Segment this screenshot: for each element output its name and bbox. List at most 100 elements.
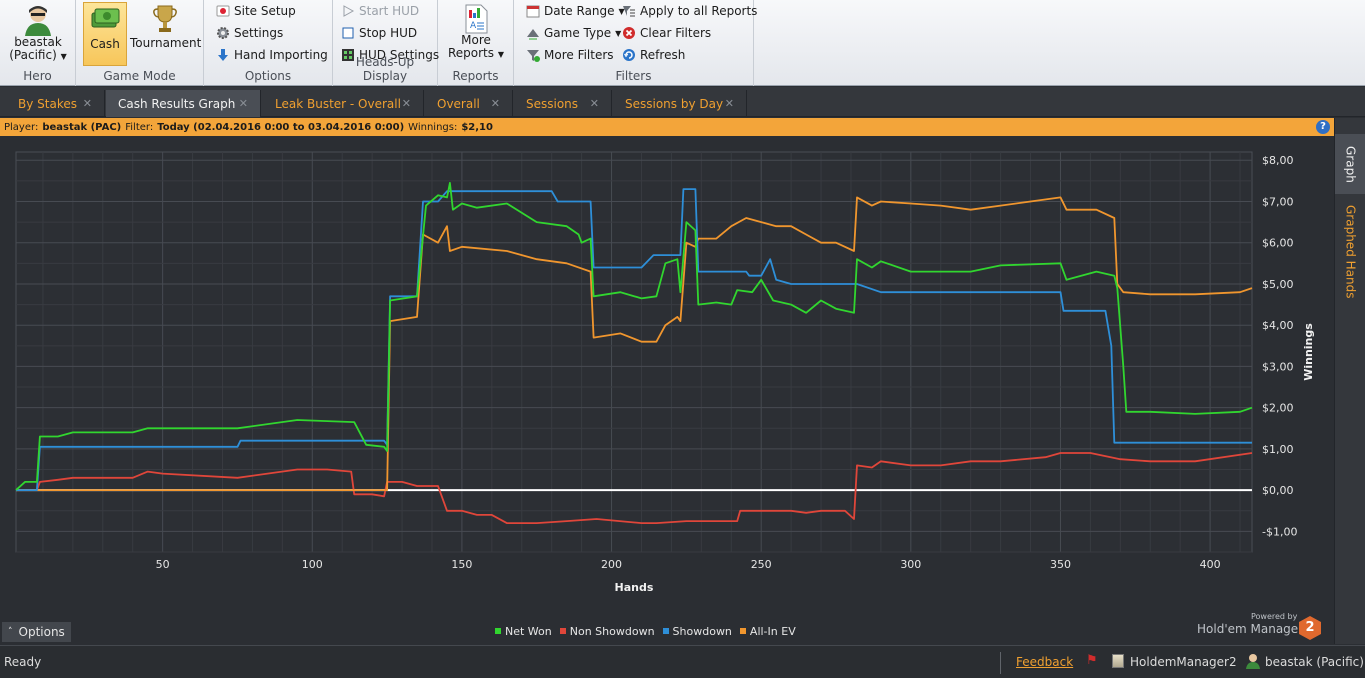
y-tick-label: $1,00 [1262, 443, 1294, 456]
hero-user-line2-text: (Pacific) [9, 48, 57, 62]
start-hud-button[interactable]: Start HUD [341, 1, 419, 21]
legend-label: Showdown [672, 624, 732, 638]
help-button[interactable]: ? [1316, 120, 1330, 134]
close-icon[interactable]: ✕ [402, 97, 411, 110]
side-tab-graph-label: Graph [1343, 145, 1358, 183]
powered-by-text: Powered by [1251, 612, 1298, 621]
filter-value: Today (02.04.2016 0:00 to 03.04.2016 0:0… [157, 121, 405, 133]
options-toggle-label: Options [18, 625, 65, 639]
more-reports-button[interactable]: A More Reports ▼ [446, 2, 506, 64]
ribbon-toolbar: beastak (Pacific) ▼ Hero Cash Tournament [0, 0, 1365, 86]
status-text: Ready [4, 655, 42, 669]
winnings-chart: $8,00 $7,00 $6,00 $5,00 $4,00 $3,00 $2,00 $1,00… [15, 151, 1315, 594]
gear-icon [217, 27, 229, 39]
tab-sessions[interactable]: Sessions ✕ [514, 90, 612, 117]
y-tick-label: $2,00 [1262, 402, 1294, 415]
status-divider [1000, 652, 1001, 674]
tab-label: Overall [437, 96, 480, 111]
hero-user-line2: (Pacific) ▼ [4, 49, 72, 63]
report-tab-bar: By Stakes ✕ Cash Results Graph ✕ Leak Bust… [0, 87, 1365, 117]
tournament-mode-button[interactable]: Tournament [130, 2, 201, 66]
y-tick-labels: $8,00 $7,00 $6,00 $5,00 $4,00 $3,00 $2,00 $1,00… [1262, 154, 1297, 538]
refresh-button[interactable]: Refresh [622, 45, 685, 65]
close-icon[interactable]: ✕ [239, 97, 248, 110]
more-filters-button[interactable]: More Filters [526, 45, 614, 65]
x-tick-label: 150 [451, 558, 472, 571]
y-tick-label: $4,00 [1262, 319, 1294, 332]
feedback-link[interactable]: Feedback [1016, 655, 1073, 669]
legend-label: Net Won [505, 624, 552, 638]
hero-button[interactable]: beastak (Pacific) ▼ [4, 2, 72, 64]
reports-group-label: Reports [452, 69, 499, 83]
legend-swatch [495, 628, 501, 634]
game-mode-group-label: Game Mode [103, 69, 176, 83]
clear-filters-button[interactable]: Clear Filters [622, 23, 711, 43]
legend-label: Non Showdown [569, 624, 655, 638]
svg-text:A: A [470, 21, 477, 31]
refresh-label: Refresh [640, 48, 686, 62]
dropdown-arrow-icon: ▼ [615, 28, 622, 38]
options-toggle-button[interactable]: ˄ Options [2, 622, 71, 642]
legend-item-non-showdown[interactable]: Non Showdown [559, 624, 655, 638]
x-tick-label: 200 [601, 558, 622, 571]
close-icon[interactable]: ✕ [590, 97, 599, 110]
legend-item-showdown[interactable]: Showdown [662, 624, 732, 638]
settings-button[interactable]: Settings [216, 23, 283, 43]
tab-cash-results-graph[interactable]: Cash Results Graph ✕ [106, 90, 261, 117]
status-bar: Ready Feedback ⚑ HoldemManager2 beastak … [0, 645, 1365, 678]
hand-importing-label: Hand Importing [234, 48, 328, 62]
apply-all-icon [623, 6, 635, 17]
tab-label: Sessions by Day [625, 96, 724, 111]
status-user: beastak (Pacific) [1265, 655, 1364, 669]
reports-group: A More Reports ▼ Reports [438, 0, 514, 86]
hero-group-label: Hero [23, 69, 52, 83]
stop-hud-button[interactable]: Stop HUD [341, 23, 417, 43]
clear-filters-label: Clear Filters [640, 26, 712, 40]
site-setup-label: Site Setup [234, 4, 296, 18]
x-tick-label: 300 [900, 558, 921, 571]
stop-icon [342, 27, 354, 39]
winnings-value: $2,10 [461, 121, 493, 133]
tab-overall[interactable]: Overall ✕ [425, 90, 513, 117]
filters-group: Date Range ▼ Game Type ▼ More Filters Appl… [514, 0, 757, 86]
x-tick-label: 250 [751, 558, 772, 571]
hud-group-label: Heads-Up Display [355, 55, 415, 83]
apply-to-all-reports-label: Apply to all Reports [640, 4, 758, 18]
side-tab-graph[interactable]: Graph [1335, 134, 1365, 194]
apply-to-all-reports-button[interactable]: Apply to all Reports [622, 1, 757, 21]
tab-label: Cash Results Graph [118, 96, 236, 111]
legend-label: All-In EV [749, 624, 796, 638]
tab-by-stakes[interactable]: By Stakes ✕ [6, 90, 105, 117]
cash-mode-button[interactable]: Cash [83, 2, 127, 66]
powered-by-logo: Powered by Hold'em Manager 2 [1195, 612, 1325, 644]
database-name: HoldemManager2 [1130, 655, 1237, 669]
y-tick-label: $6,00 [1262, 237, 1294, 250]
filter-info-bar: Player: beastak (PAC) Filter: Today (02.… [0, 118, 1334, 136]
close-icon[interactable]: ✕ [725, 97, 734, 110]
start-hud-label: Start HUD [359, 4, 420, 18]
site-setup-button[interactable]: Site Setup [216, 1, 296, 21]
flag-icon[interactable]: ⚑ [1086, 653, 1098, 668]
x-tick-label: 350 [1050, 558, 1071, 571]
tab-sessions-by-day[interactable]: Sessions by Day ✕ [613, 90, 747, 117]
tab-label: By Stakes [18, 96, 77, 111]
side-tab-graphed-hands[interactable]: Graphed Hands [1335, 202, 1365, 302]
date-range-button[interactable]: Date Range ▼ [526, 1, 625, 21]
legend-swatch [559, 628, 566, 634]
game-type-button[interactable]: Game Type ▼ [526, 23, 621, 43]
tab-leak-buster-overall[interactable]: Leak Buster - Overall ✕ [263, 90, 424, 117]
hand-importing-button[interactable]: Hand Importing [216, 45, 328, 65]
x-tick-label: 50 [156, 558, 170, 571]
player-label: Player: [4, 121, 39, 133]
close-icon[interactable]: ✕ [491, 97, 500, 110]
plot-background [15, 151, 1253, 553]
date-range-label: Date Range [544, 4, 615, 18]
user-avatar-icon [1246, 653, 1260, 672]
side-tab-graphed-hands-label: Graphed Hands [1343, 205, 1358, 299]
legend-item-net-won[interactable]: Net Won [495, 625, 552, 638]
stop-hud-label: Stop HUD [359, 26, 418, 40]
chart-panel: $8,00 $7,00 $6,00 $5,00 $4,00 $3,00 $2,00 $1,00… [0, 136, 1334, 644]
close-icon[interactable]: ✕ [83, 97, 92, 110]
cash-mode-label: Cash [90, 37, 120, 51]
legend-item-allin-ev[interactable]: All-In EV [739, 624, 796, 638]
